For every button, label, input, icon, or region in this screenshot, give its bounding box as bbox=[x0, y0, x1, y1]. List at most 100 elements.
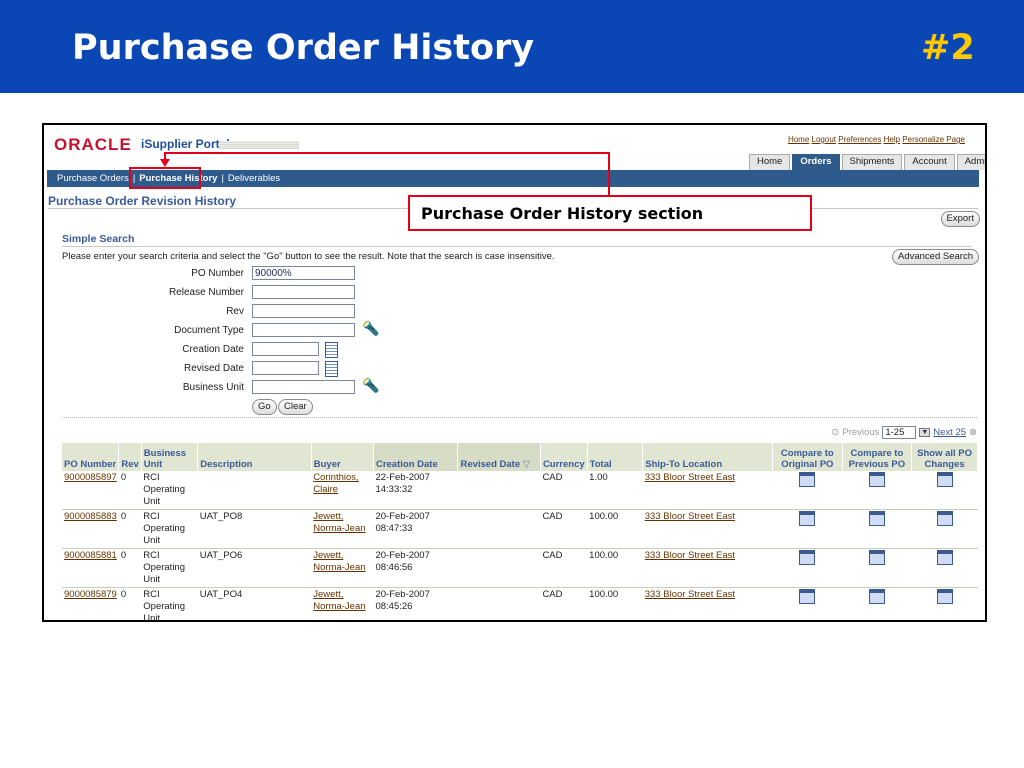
business-unit-label: Business Unit bbox=[182, 382, 244, 393]
column-header-creation-date[interactable]: Creation Date bbox=[373, 443, 459, 471]
chevron-down-icon[interactable]: ▼ bbox=[919, 428, 931, 437]
compare-previous-icon[interactable] bbox=[868, 472, 885, 487]
page-title: Purchase Order Revision History bbox=[48, 194, 237, 208]
column-header-compare-original: Compare to Original PO bbox=[772, 443, 843, 471]
buyer-link[interactable]: Corinthios, Claire bbox=[313, 472, 358, 495]
app-name: iSupplier Portal bbox=[141, 137, 230, 151]
column-header-revised-date[interactable]: Revised Date ▽ bbox=[457, 443, 541, 471]
preferences-link[interactable]: Preferences bbox=[838, 135, 881, 144]
next-link[interactable]: Next 25 bbox=[933, 427, 966, 438]
personalize-page-link[interactable]: Personalize Page bbox=[902, 135, 965, 144]
release-number-input[interactable] bbox=[252, 285, 355, 299]
ship-to-link[interactable]: 333 Bloor Street East bbox=[645, 511, 735, 522]
tab-shipments[interactable]: Shipments bbox=[841, 154, 903, 170]
column-header-description: Description bbox=[197, 443, 312, 471]
show-changes-icon[interactable] bbox=[936, 472, 953, 487]
business-unit-input[interactable] bbox=[252, 380, 355, 394]
pagination: ⊙ Previous 1-25 ▼ Next 25 ⊗ bbox=[831, 426, 977, 439]
ship-to-link[interactable]: 333 Bloor Street East bbox=[645, 550, 735, 561]
help-link[interactable]: Help bbox=[884, 135, 900, 144]
revised-date-cell-cell-wrap bbox=[457, 471, 541, 510]
logout-link[interactable]: Logout bbox=[812, 135, 836, 144]
subnav-item-deliverables[interactable]: Deliverables bbox=[228, 173, 280, 184]
po-number-link[interactable]: 9000085881 bbox=[64, 550, 117, 561]
description-cell-cell-wrap bbox=[197, 471, 312, 510]
po-number-link[interactable]: 9000085879 bbox=[64, 589, 117, 600]
calendar-icon[interactable] bbox=[325, 361, 338, 377]
column-header-rev: Rev bbox=[118, 443, 142, 471]
compare-original-icon[interactable] bbox=[799, 472, 816, 487]
compare-original-icon[interactable] bbox=[799, 589, 816, 604]
revised-date-cell-cell-wrap bbox=[457, 548, 541, 588]
next-arrow-icon[interactable]: ⊗ bbox=[969, 427, 977, 438]
business-unit-cell-cell-wrap: RCI Operating Unit bbox=[141, 587, 198, 620]
show-changes-icon[interactable] bbox=[936, 550, 953, 565]
po-number-link[interactable]: 9000085883 bbox=[64, 511, 117, 522]
currency-cell-cell-wrap: CAD bbox=[540, 587, 588, 620]
compare-previous-icon[interactable] bbox=[868, 511, 885, 526]
creation-date-cell-cell-wrap: 20-Feb-2007 08:45:26 bbox=[373, 587, 458, 620]
business-unit-cell: RCI Operating Unit bbox=[143, 511, 186, 546]
sort-icon[interactable]: ▽ bbox=[523, 459, 530, 470]
compare-original-icon-cell bbox=[772, 548, 843, 588]
ship-to-link-cell-wrap: 333 Bloor Street East bbox=[642, 587, 773, 620]
show-changes-icon[interactable] bbox=[936, 511, 953, 526]
tab-admin[interactable]: Admin bbox=[956, 154, 985, 170]
description-cell-cell-wrap: UAT_PO4 bbox=[197, 587, 312, 620]
flashlight-search-icon[interactable]: 🔦 bbox=[362, 321, 379, 335]
previous-link[interactable]: Previous bbox=[842, 427, 879, 438]
compare-previous-icon-cell bbox=[842, 548, 912, 588]
po-number-input[interactable]: 90000% bbox=[252, 266, 355, 280]
show-changes-icon[interactable] bbox=[936, 589, 953, 604]
creation-date-input[interactable] bbox=[252, 342, 319, 356]
advanced-search-button[interactable]: Advanced Search bbox=[892, 249, 979, 265]
revised-date-cell-cell-wrap bbox=[457, 509, 541, 549]
tab-orders[interactable]: Orders bbox=[792, 154, 840, 170]
subnav-separator: | bbox=[221, 173, 224, 184]
ship-to-link[interactable]: 333 Bloor Street East bbox=[645, 472, 735, 483]
currency-cell: CAD bbox=[542, 472, 563, 483]
global-links: Home Logout Preferences Help Personalize… bbox=[788, 135, 965, 144]
clear-button[interactable]: Clear bbox=[278, 399, 313, 415]
divider bbox=[62, 246, 972, 247]
home-link[interactable]: Home bbox=[788, 135, 809, 144]
tab-account[interactable]: Account bbox=[904, 154, 955, 170]
buyer-link[interactable]: Jewett, Norma-Jean bbox=[313, 511, 365, 534]
po-number-link[interactable]: 9000085897 bbox=[64, 472, 117, 483]
previous-icon: ⊙ bbox=[831, 427, 840, 438]
currency-cell-cell-wrap: CAD bbox=[540, 548, 588, 588]
main-tabs: Home Orders Shipments Account Admin bbox=[749, 154, 985, 170]
show-changes-icon-cell bbox=[911, 548, 978, 588]
show-changes-icon-cell bbox=[911, 587, 978, 620]
business-unit-cell-cell-wrap: RCI Operating Unit bbox=[141, 471, 198, 510]
total-cell-cell-wrap: 1.00 bbox=[587, 471, 643, 510]
column-header-compare-previous: Compare to Previous PO bbox=[842, 443, 913, 471]
currency-cell-cell-wrap: CAD bbox=[540, 509, 588, 549]
release-number-label: Release Number bbox=[168, 287, 244, 298]
buyer-link[interactable]: Jewett, Norma-Jean bbox=[313, 589, 365, 612]
flashlight-search-icon[interactable]: 🔦 bbox=[362, 378, 379, 392]
ship-to-link[interactable]: 333 Bloor Street East bbox=[645, 589, 735, 600]
highlight-box bbox=[129, 167, 201, 189]
compare-previous-icon[interactable] bbox=[868, 589, 885, 604]
tab-home[interactable]: Home bbox=[749, 154, 791, 170]
export-button[interactable]: Export bbox=[940, 211, 980, 227]
document-type-input[interactable] bbox=[252, 323, 355, 337]
compare-original-icon[interactable] bbox=[799, 511, 816, 526]
revised-date-input[interactable] bbox=[252, 361, 319, 375]
rev-input[interactable] bbox=[252, 304, 355, 318]
rev-cell-cell-wrap: 0 bbox=[118, 509, 142, 549]
compare-previous-icon[interactable] bbox=[868, 550, 885, 565]
total-cell: 100.00 bbox=[589, 511, 619, 522]
go-button[interactable]: Go bbox=[252, 399, 277, 415]
subnav-item-purchase-orders[interactable]: Purchase Orders bbox=[57, 173, 129, 184]
callout-label: Purchase Order History section bbox=[408, 195, 812, 231]
compare-original-icon[interactable] bbox=[799, 550, 816, 565]
total-cell: 100.00 bbox=[589, 550, 619, 561]
buyer-link[interactable]: Jewett, Norma-Jean bbox=[313, 550, 365, 573]
range-select[interactable]: 1-25 bbox=[882, 426, 917, 439]
currency-cell: CAD bbox=[542, 589, 563, 600]
creation-date-cell: 20-Feb-2007 08:46:56 bbox=[375, 550, 430, 573]
column-header-po-number: PO Number bbox=[62, 443, 120, 471]
calendar-icon[interactable] bbox=[325, 342, 338, 358]
